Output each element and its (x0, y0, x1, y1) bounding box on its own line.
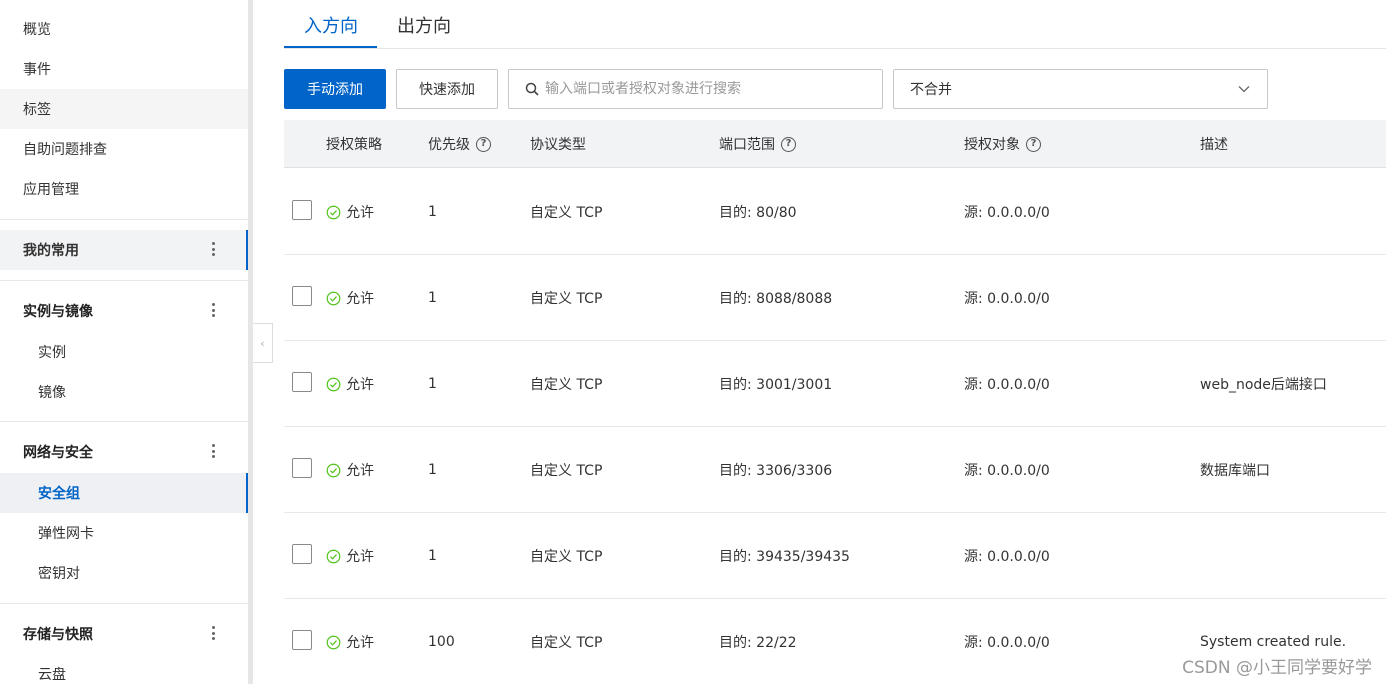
description-cell: 数据库端口 (1200, 463, 1270, 479)
sidebar-item-overview[interactable]: 概览 (0, 9, 248, 49)
check-circle-icon (326, 549, 341, 563)
sidebar-item-tags[interactable]: 标签 (0, 89, 248, 129)
column-header-auth-object: 授权对象? (964, 120, 1041, 168)
table-row: 允许 1 自定义 TCP 目的: 3306/3306 源: 0.0.0.0/0 … (284, 427, 1386, 513)
merge-select[interactable]: 不合并 (893, 69, 1268, 109)
column-header-port-range: 端口范围? (719, 120, 796, 168)
protocol-cell: 自定义 TCP (530, 635, 603, 651)
sidebar-item-security-group[interactable]: 安全组 (0, 473, 248, 513)
table-header: 授权策略 优先级? 协议类型 端口范围? 授权对象? 描述 (284, 120, 1386, 168)
table-row: 允许 1 自定义 TCP 目的: 3001/3001 源: 0.0.0.0/0 … (284, 341, 1386, 427)
chevron-down-icon (1238, 86, 1250, 93)
table-row: 允许 1 自定义 TCP 目的: 80/80 源: 0.0.0.0/0 (284, 169, 1386, 255)
more-icon[interactable] (212, 626, 216, 640)
port-range-cell: 目的: 80/80 (719, 205, 797, 221)
table-row: 允许 1 自定义 TCP 目的: 39435/39435 源: 0.0.0.0/… (284, 513, 1386, 599)
policy-cell: 允许 (326, 169, 374, 255)
priority-cell: 1 (428, 462, 437, 478)
row-checkbox[interactable] (292, 372, 312, 392)
check-circle-icon (326, 463, 341, 477)
sidebar-divider (0, 219, 248, 220)
row-checkbox[interactable] (292, 630, 312, 650)
sidebar-item-troubleshoot[interactable]: 自助问题排查 (0, 129, 248, 169)
tab-inbound[interactable]: 入方向 (304, 0, 358, 49)
priority-cell: 1 (428, 290, 437, 306)
sidebar-item-app-management[interactable]: 应用管理 (0, 169, 248, 209)
policy-cell: 允许 (326, 341, 374, 427)
priority-cell: 1 (428, 548, 437, 564)
sidebar-collapse-button[interactable]: ‹ (253, 323, 273, 363)
row-checkbox[interactable] (292, 458, 312, 478)
sidebar-group-favorites[interactable]: 我的常用 (0, 230, 248, 270)
port-range-cell: 目的: 8088/8088 (719, 291, 833, 307)
help-icon[interactable]: ? (781, 136, 796, 152)
more-icon[interactable] (212, 242, 216, 256)
auth-object-cell: 源: 0.0.0.0/0 (964, 291, 1050, 307)
search-icon (525, 82, 539, 96)
priority-cell: 1 (428, 376, 437, 392)
protocol-cell: 自定义 TCP (530, 205, 603, 221)
row-checkbox[interactable] (292, 200, 312, 220)
tab-active-underline (284, 46, 377, 48)
auth-object-cell: 源: 0.0.0.0/0 (964, 205, 1050, 221)
port-range-cell: 目的: 39435/39435 (719, 549, 850, 565)
sidebar-divider (0, 421, 248, 422)
protocol-cell: 自定义 TCP (530, 291, 603, 307)
row-checkbox[interactable] (292, 286, 312, 306)
search-input[interactable] (545, 81, 865, 97)
help-icon[interactable]: ? (1026, 136, 1041, 152)
description-cell: web_node后端接口 (1200, 377, 1327, 393)
policy-cell: 允许 (326, 427, 374, 513)
direction-tabs: 入方向 出方向 (284, 0, 1386, 49)
auth-object-cell: 源: 0.0.0.0/0 (964, 463, 1050, 479)
search-box (508, 69, 883, 109)
check-circle-icon (326, 377, 341, 391)
check-circle-icon (326, 291, 341, 305)
row-checkbox[interactable] (292, 544, 312, 564)
chevron-left-icon: ‹ (260, 336, 265, 350)
sidebar-group-instances[interactable]: 实例与镜像 (0, 291, 248, 331)
sidebar-item-disk[interactable]: 云盘 (0, 654, 248, 684)
protocol-cell: 自定义 TCP (530, 463, 603, 479)
sidebar-group-network[interactable]: 网络与安全 (0, 432, 248, 472)
tab-outbound[interactable]: 出方向 (397, 0, 451, 49)
sidebar-item-eni[interactable]: 弹性网卡 (0, 513, 248, 553)
port-range-cell: 目的: 3306/3306 (719, 463, 833, 479)
quick-add-button[interactable]: 快速添加 (396, 69, 498, 109)
port-range-cell: 目的: 3001/3001 (719, 377, 833, 393)
auth-object-cell: 源: 0.0.0.0/0 (964, 635, 1050, 651)
manual-add-button[interactable]: 手动添加 (284, 69, 386, 109)
more-icon[interactable] (212, 303, 216, 317)
sidebar-divider (0, 280, 248, 281)
sidebar-group-storage[interactable]: 存储与快照 (0, 614, 248, 654)
protocol-cell: 自定义 TCP (530, 377, 603, 393)
auth-object-cell: 源: 0.0.0.0/0 (964, 549, 1050, 565)
column-header-description: 描述 (1200, 137, 1228, 153)
priority-cell: 100 (428, 634, 455, 650)
policy-cell: 允许 (326, 599, 374, 684)
sidebar-item-keypair[interactable]: 密钥对 (0, 553, 248, 593)
sidebar-item-images[interactable]: 镜像 (0, 372, 248, 412)
column-header-protocol: 协议类型 (530, 137, 586, 153)
table-row: 允许 1 自定义 TCP 目的: 8088/8088 源: 0.0.0.0/0 (284, 255, 1386, 341)
priority-cell: 1 (428, 204, 437, 220)
help-icon[interactable]: ? (476, 136, 491, 152)
sidebar-item-events[interactable]: 事件 (0, 49, 248, 89)
check-circle-icon (326, 205, 341, 219)
sidebar-divider (0, 603, 248, 604)
check-circle-icon (326, 635, 341, 649)
column-header-policy: 授权策略 (326, 137, 382, 153)
column-header-priority: 优先级? (428, 120, 491, 168)
protocol-cell: 自定义 TCP (530, 549, 603, 565)
policy-cell: 允许 (326, 255, 374, 341)
auth-object-cell: 源: 0.0.0.0/0 (964, 377, 1050, 393)
more-icon[interactable] (212, 444, 216, 458)
watermark: CSDN @小王同学要好学 (1182, 658, 1372, 678)
port-range-cell: 目的: 22/22 (719, 635, 797, 651)
sidebar: 概览 事件 标签 自助问题排查 应用管理 我的常用 实例与镜像 实例 镜像 网络… (0, 0, 248, 684)
policy-cell: 允许 (326, 513, 374, 599)
sidebar-item-instances[interactable]: 实例 (0, 332, 248, 372)
